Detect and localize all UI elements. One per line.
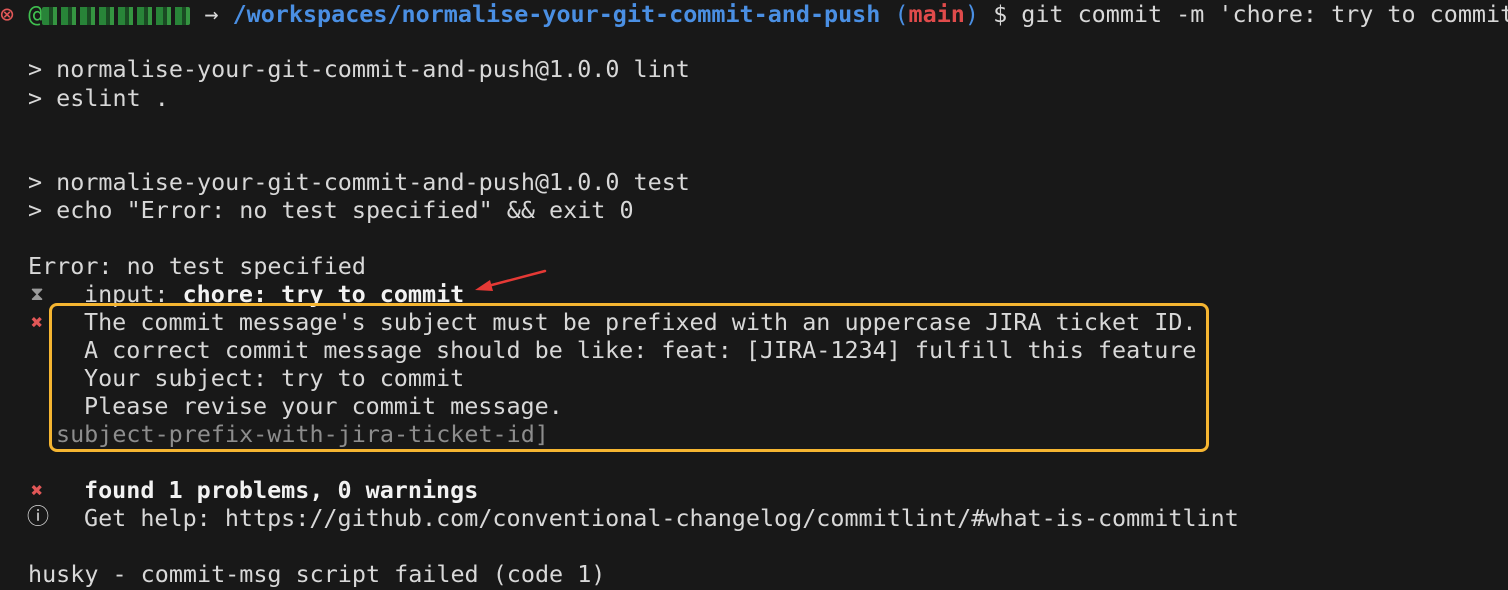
annotation-arrow-icon: [475, 269, 547, 291]
